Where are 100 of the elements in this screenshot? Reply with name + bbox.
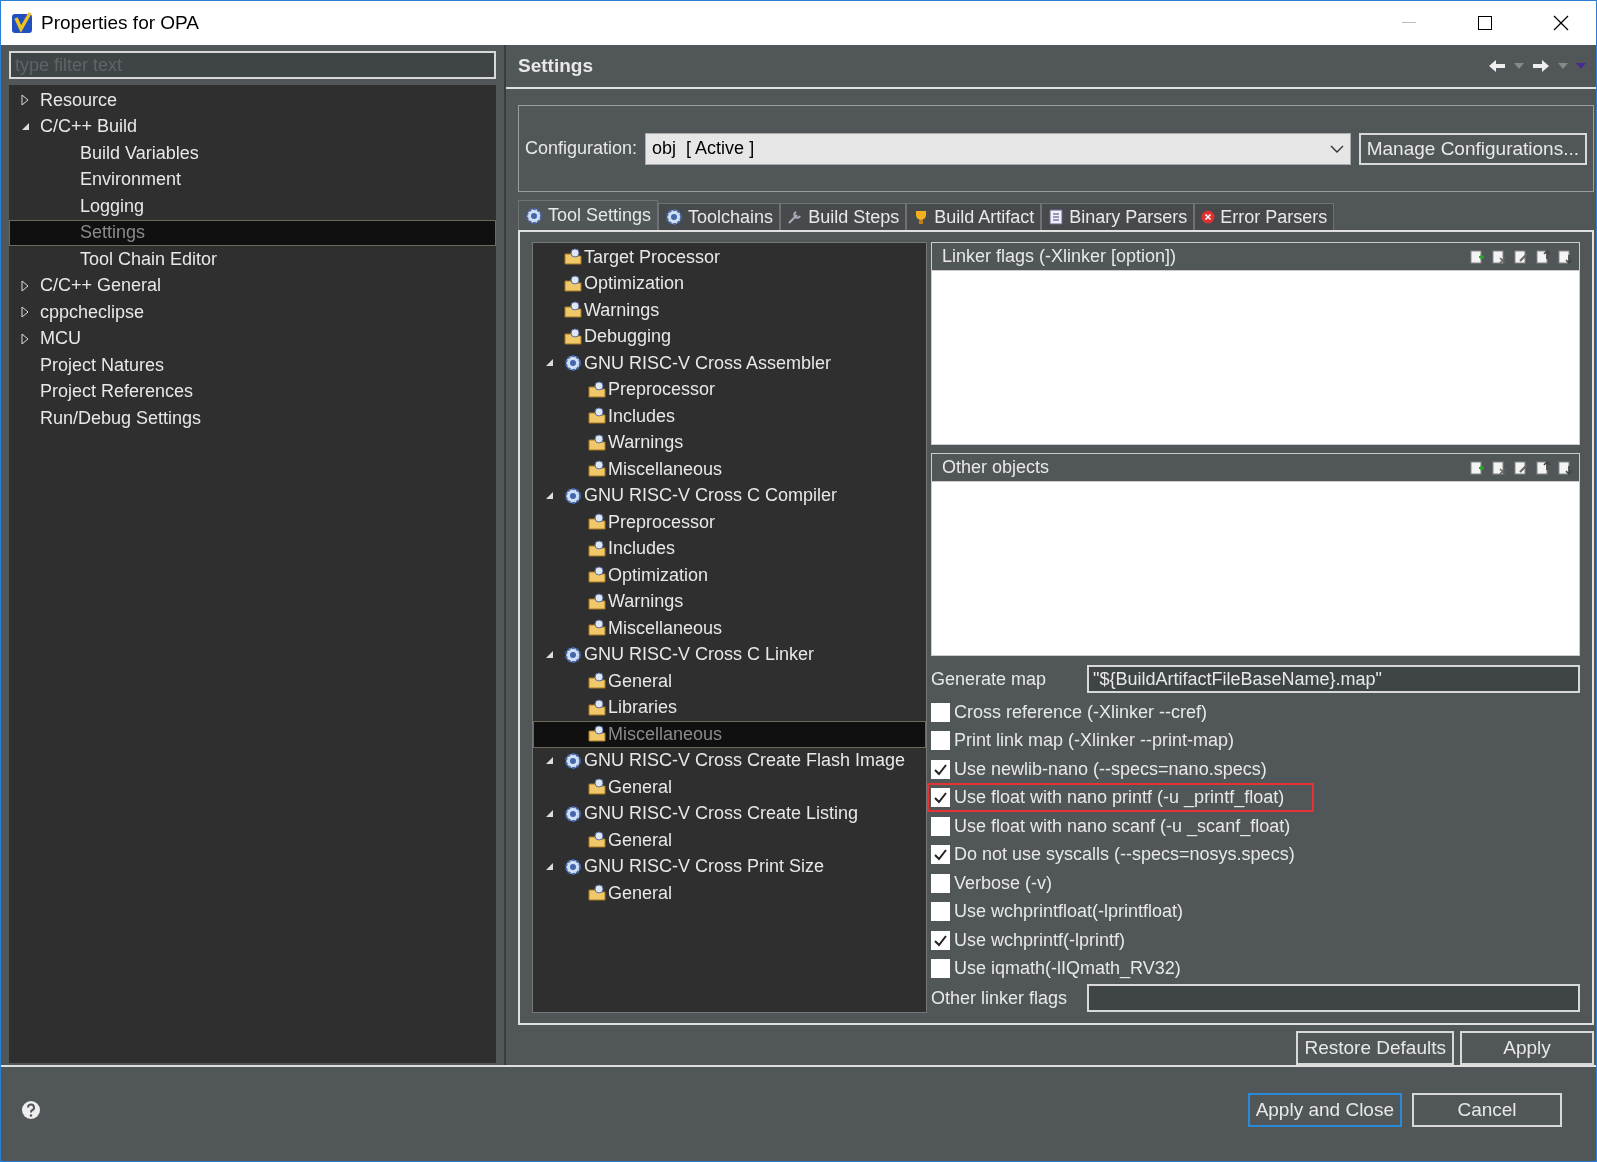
- tab[interactable]: Error Parsers: [1194, 203, 1335, 230]
- tree-item[interactable]: MCU: [9, 325, 496, 352]
- checkbox[interactable]: [931, 845, 950, 865]
- tab[interactable]: Build Artifact: [906, 203, 1042, 230]
- tab[interactable]: Tool Settings: [518, 200, 659, 230]
- folder-icon: [588, 592, 606, 611]
- folder-icon: [588, 725, 606, 744]
- folder-icon: [564, 274, 582, 293]
- collapse-icon[interactable]: [544, 861, 554, 872]
- tree-item[interactable]: Environment: [9, 166, 496, 193]
- wrench-icon: [787, 209, 804, 225]
- tree-item[interactable]: Logging: [9, 193, 496, 220]
- binary-file-icon: [1048, 209, 1065, 225]
- tree-item[interactable]: Project References: [9, 378, 496, 405]
- apply-button[interactable]: Apply: [1460, 1031, 1594, 1065]
- collapse-icon[interactable]: [544, 808, 554, 819]
- tree-item[interactable]: Includes: [533, 535, 926, 562]
- tree-item[interactable]: Tool Chain Editor: [9, 246, 496, 273]
- tree-item[interactable]: Preprocessor: [533, 509, 926, 536]
- option-label: Verbose (-v): [954, 872, 1053, 894]
- edit-icon[interactable]: [1513, 459, 1529, 476]
- tree-item[interactable]: Build Variables: [9, 140, 496, 167]
- tree-item[interactable]: C/C++ Build: [9, 113, 496, 140]
- expand-icon[interactable]: [20, 306, 30, 319]
- close-icon[interactable]: [1553, 15, 1569, 31]
- move-down-icon[interactable]: [1557, 248, 1573, 265]
- dialog-button[interactable]: Apply and Close: [1247, 1093, 1402, 1127]
- collapse-icon[interactable]: [544, 649, 554, 660]
- tree-item[interactable]: Optimization: [533, 270, 926, 297]
- tree-item[interactable]: Libraries: [533, 694, 926, 721]
- checkbox[interactable]: [931, 759, 950, 779]
- tree-item[interactable]: Miscellaneous: [533, 721, 926, 748]
- tree-item[interactable]: cppcheclipse: [9, 299, 496, 326]
- tree-item[interactable]: Miscellaneous: [533, 615, 926, 642]
- tree-item[interactable]: Preprocessor: [533, 376, 926, 403]
- collapse-icon[interactable]: [20, 121, 30, 132]
- tree-item[interactable]: C/C++ General: [9, 272, 496, 299]
- tree-item[interactable]: Resource: [9, 87, 496, 114]
- tree-item[interactable]: Miscellaneous: [533, 456, 926, 483]
- tree-item[interactable]: Warnings: [533, 297, 926, 324]
- tree-item[interactable]: Debugging: [533, 323, 926, 350]
- back-icon[interactable]: [1488, 59, 1506, 74]
- option-label: Use wchprintfloat(-lprintfloat): [954, 901, 1184, 923]
- collapse-icon[interactable]: [544, 490, 554, 501]
- checkbox[interactable]: [931, 959, 950, 979]
- move-up-icon[interactable]: [1535, 248, 1551, 265]
- tree-item[interactable]: GNU RISC-V Cross Print Size: [533, 853, 926, 880]
- delete-icon[interactable]: [1491, 248, 1507, 265]
- tree-item[interactable]: Run/Debug Settings: [9, 405, 496, 432]
- tree-item[interactable]: Warnings: [533, 429, 926, 456]
- tree-item[interactable]: GNU RISC-V Cross Create Flash Image: [533, 747, 926, 774]
- checkbox[interactable]: [931, 816, 950, 836]
- tree-item[interactable]: GNU RISC-V Cross C Linker: [533, 641, 926, 668]
- tab[interactable]: Binary Parsers: [1041, 203, 1195, 230]
- add-icon[interactable]: [1469, 248, 1485, 265]
- move-down-icon[interactable]: [1557, 459, 1573, 476]
- configuration-dropdown[interactable]: obj [ Active ]: [645, 132, 1351, 165]
- dialog-button[interactable]: Cancel: [1412, 1093, 1562, 1127]
- tree-item[interactable]: General: [533, 774, 926, 801]
- checkbox[interactable]: [931, 702, 950, 722]
- tree-item[interactable]: GNU RISC-V Cross Assembler: [533, 350, 926, 377]
- checkbox[interactable]: [931, 902, 950, 922]
- collapse-icon[interactable]: [544, 358, 554, 369]
- folder-icon: [588, 460, 606, 479]
- tree-item[interactable]: General: [533, 880, 926, 907]
- expand-icon[interactable]: [20, 332, 30, 345]
- tree-item[interactable]: Project Natures: [9, 352, 496, 379]
- expand-icon[interactable]: [20, 94, 30, 107]
- other-linker-flags-field[interactable]: [1087, 984, 1580, 1012]
- tree-item[interactable]: General: [533, 827, 926, 854]
- checkbox[interactable]: [931, 873, 950, 893]
- option-label: Use float with nano scanf (-u _scanf_float): [954, 815, 1291, 837]
- tab[interactable]: Build Steps: [780, 203, 907, 230]
- checkbox[interactable]: [931, 788, 950, 808]
- tree-item[interactable]: Settings: [9, 219, 496, 246]
- collapse-icon[interactable]: [544, 755, 554, 766]
- maximize-icon[interactable]: [1478, 16, 1492, 30]
- move-up-icon[interactable]: [1535, 459, 1551, 476]
- option-label: Do not use syscalls (--specs=nosys.specs): [954, 844, 1295, 866]
- tree-item[interactable]: GNU RISC-V Cross Create Listing: [533, 800, 926, 827]
- add-icon[interactable]: [1469, 459, 1485, 476]
- help-icon[interactable]: [21, 1100, 41, 1120]
- tree-item[interactable]: Includes: [533, 403, 926, 430]
- field-label: Generate map: [931, 668, 1048, 690]
- generate-map-field[interactable]: "${BuildArtifactFileBaseName}.map": [1087, 665, 1580, 693]
- gear-icon: [564, 804, 582, 823]
- restore-defaults-button[interactable]: Restore Defaults: [1296, 1031, 1454, 1065]
- delete-icon[interactable]: [1491, 459, 1507, 476]
- tree-item[interactable]: Warnings: [533, 588, 926, 615]
- tab[interactable]: Toolchains: [658, 203, 781, 230]
- tree-item[interactable]: Optimization: [533, 562, 926, 589]
- manage-configurations-button[interactable]: Manage Configurations...: [1358, 132, 1587, 165]
- forward-icon[interactable]: [1532, 59, 1550, 74]
- expand-icon[interactable]: [20, 279, 30, 292]
- checkbox[interactable]: [931, 731, 950, 751]
- edit-icon[interactable]: [1513, 248, 1529, 265]
- tree-item[interactable]: Target Processor: [533, 244, 926, 271]
- tree-item[interactable]: General: [533, 668, 926, 695]
- tree-item[interactable]: GNU RISC-V Cross C Compiler: [533, 482, 926, 509]
- checkbox[interactable]: [931, 930, 950, 950]
